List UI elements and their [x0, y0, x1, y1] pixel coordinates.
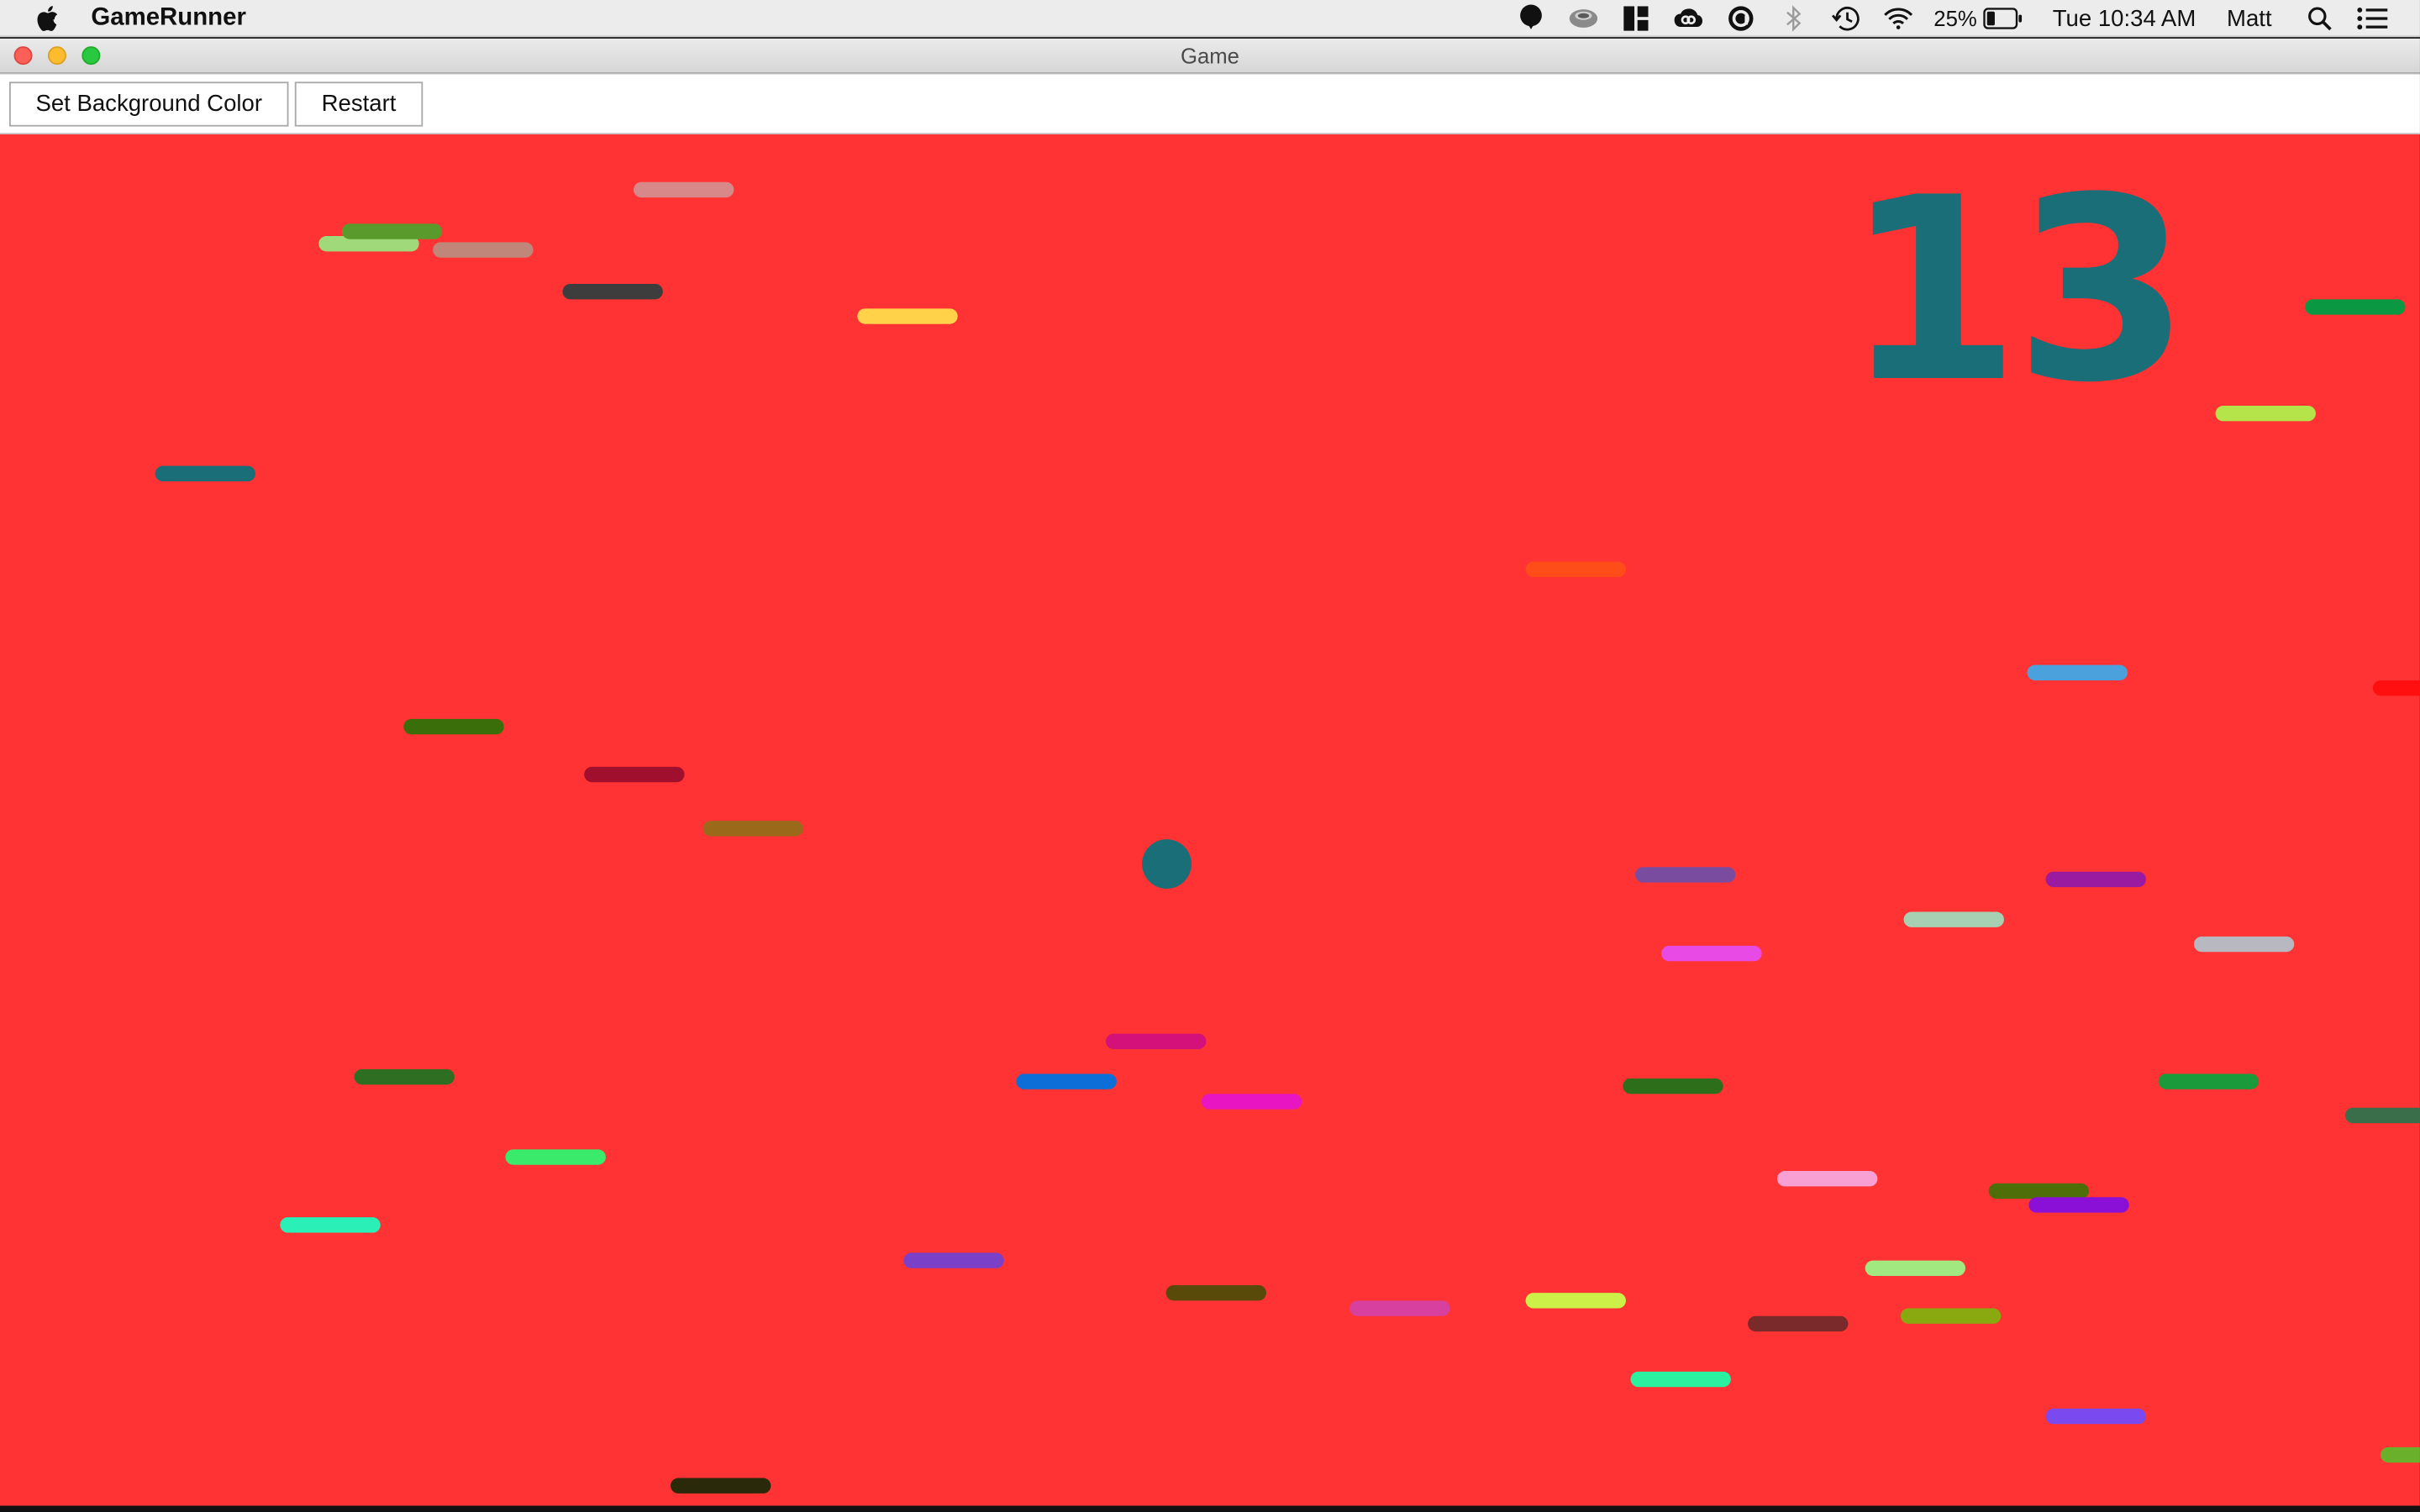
player-ball — [1142, 839, 1192, 889]
obstacle-bar — [1349, 1300, 1450, 1316]
window-title: Game — [1180, 43, 1239, 68]
screen: GameRunner 25% Tue 10:34 AM Matt Game Se… — [0, 0, 2420, 1512]
obstacle-bar — [671, 1478, 771, 1494]
obstacle-bar — [1525, 561, 1626, 577]
app-menu-name[interactable]: GameRunner — [91, 4, 246, 32]
restart-button[interactable]: Restart — [294, 81, 424, 127]
obstacle-bar — [354, 1068, 455, 1085]
status-area: 25% Tue 10:34 AM Matt — [1505, 0, 2399, 37]
obstacle-bar — [2372, 680, 2420, 696]
obstacle-bar — [2215, 406, 2316, 422]
obstacle-bar — [1201, 1094, 1302, 1110]
obstacle-bar — [2305, 299, 2406, 315]
obstacle-bar — [155, 465, 255, 482]
spotlight-search-icon[interactable] — [2304, 5, 2335, 33]
obstacle-bar — [702, 821, 804, 837]
obstacle-bar — [403, 718, 504, 735]
obstacle-bar — [1748, 1315, 1849, 1332]
time-machine-icon[interactable] — [1830, 5, 1861, 33]
obstacle-bar — [2028, 1197, 2129, 1213]
obstacle-bar — [2045, 1408, 2146, 1425]
obstacle-bar — [1525, 1293, 1626, 1309]
obstacle-bar — [1623, 1078, 1723, 1095]
window-bottom-edge — [0, 1505, 2420, 1512]
circle-a-icon[interactable] — [1725, 5, 1756, 33]
obstacle-bar — [584, 766, 685, 783]
wifi-icon[interactable] — [1883, 5, 1914, 33]
obstacle-bar — [433, 242, 534, 258]
menu-clock[interactable]: Tue 10:34 AM — [2053, 5, 2196, 31]
score-display: 13 — [1844, 143, 2191, 438]
apple-menu-icon[interactable] — [34, 4, 58, 32]
obstacle-bar — [1661, 945, 1762, 962]
balloon-icon[interactable] — [1516, 4, 1547, 33]
obstacle-bar — [2045, 871, 2146, 888]
battery-percent: 25% — [1933, 6, 1977, 31]
menu-bar: GameRunner 25% Tue 10:34 AM Matt — [0, 0, 2420, 38]
obstacle-bar — [280, 1217, 381, 1233]
obstacle-bar — [505, 1149, 606, 1165]
obstacle-bar — [2344, 1107, 2420, 1124]
toolbar: Set Background Color Restart — [0, 74, 2420, 134]
user-menu[interactable]: Matt — [2227, 5, 2272, 31]
obstacle-bar — [1865, 1260, 1966, 1276]
obstacle-bar — [1634, 867, 1736, 883]
obstacle-bar — [2381, 1446, 2420, 1463]
set-background-color-button[interactable]: Set Background Color — [9, 81, 289, 127]
battery-icon[interactable] — [1983, 5, 2023, 33]
obstacle-bar — [1988, 1183, 2089, 1200]
obstacle-bar — [1630, 1371, 1731, 1388]
notification-center-icon[interactable] — [2357, 5, 2388, 33]
dashboard-icon[interactable] — [1620, 5, 1651, 33]
obstacle-bar — [2027, 664, 2128, 680]
window-titlebar[interactable]: Game — [0, 38, 2420, 75]
obstacle-bar — [2158, 1074, 2260, 1089]
coffee-cup-icon[interactable] — [1568, 5, 1599, 33]
obstacle-bar — [1776, 1171, 1878, 1187]
obstacle-bar — [857, 308, 958, 324]
obstacle-bar — [1105, 1033, 1207, 1049]
obstacle-bar — [633, 181, 734, 198]
obstacle-bar — [2193, 936, 2295, 953]
game-canvas[interactable]: 13 — [0, 134, 2420, 1506]
bluetooth-icon[interactable] — [1778, 5, 1809, 33]
creative-cloud-icon[interactable] — [1673, 5, 1704, 33]
obstacle-bar — [1900, 1308, 2002, 1324]
obstacle-bar — [1903, 911, 2004, 927]
obstacle-bar — [1016, 1074, 1117, 1089]
obstacle-bar — [1165, 1284, 1267, 1301]
obstacle-bar — [903, 1252, 1004, 1268]
obstacle-bar — [341, 223, 443, 239]
obstacle-bar — [562, 283, 663, 300]
